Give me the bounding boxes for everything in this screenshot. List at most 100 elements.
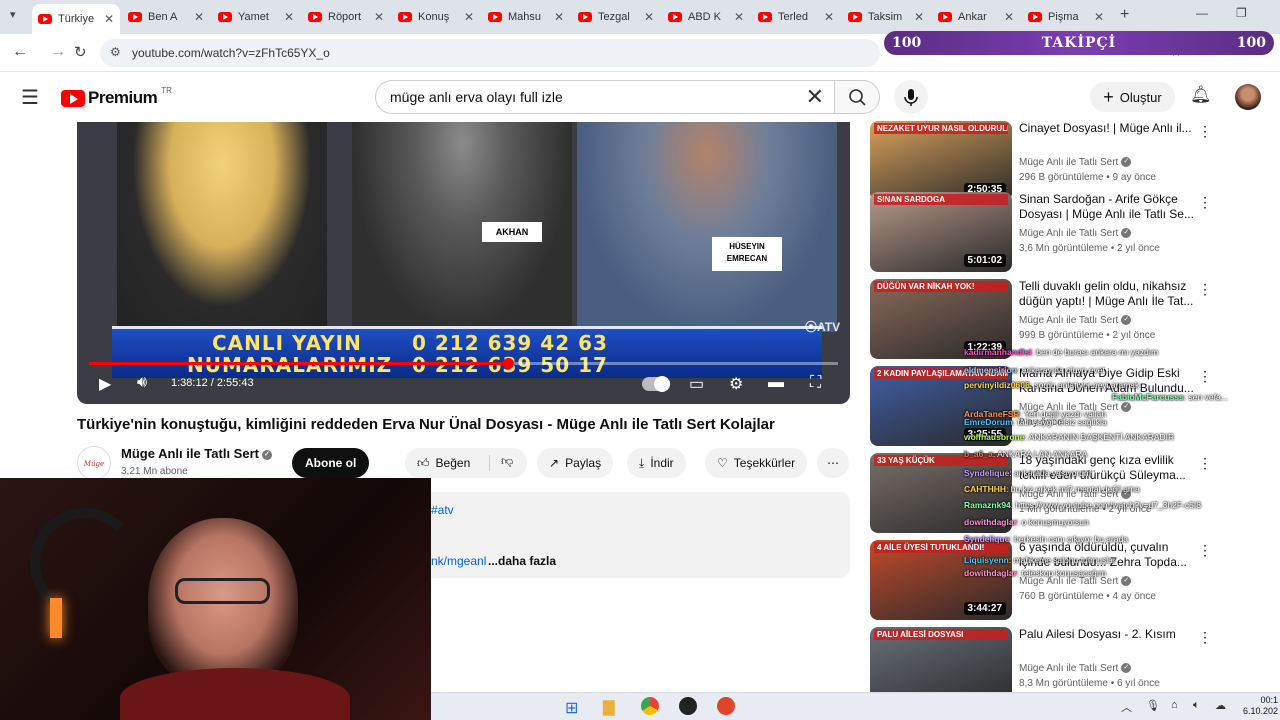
notifications-bell-icon[interactable]: 🔔︎ bbox=[1190, 85, 1212, 105]
thumbs-down-icon[interactable]: 👎︎ bbox=[501, 454, 513, 469]
more-vertical-icon[interactable]: ⋮ bbox=[1198, 455, 1212, 472]
browser-tab[interactable]: Ankar ✕ bbox=[932, 4, 1020, 30]
browser-tab[interactable]: Terled ✕ bbox=[752, 4, 840, 30]
recommended-title[interactable]: Cinayet Dosyası! | Müge Anlı il... bbox=[1019, 121, 1197, 136]
create-button[interactable]: + Oluştur bbox=[1090, 82, 1175, 112]
close-tab-icon[interactable]: ✕ bbox=[554, 10, 564, 24]
channel-avatar[interactable]: Müge Anlı bbox=[77, 446, 111, 502]
volume-icon[interactable]: 🔊︎ bbox=[137, 374, 147, 392]
more-vertical-icon[interactable]: ⋮ bbox=[1198, 629, 1212, 646]
windows-start-icon[interactable]: ⊞ bbox=[565, 698, 578, 718]
recommended-channel[interactable]: Müge Anlı ile Tatlı Sert ✓ bbox=[1019, 228, 1132, 239]
tray-volume-icon[interactable]: 🔈︎ bbox=[1193, 699, 1200, 712]
tray-network-icon[interactable]: ⌂ bbox=[1171, 699, 1178, 711]
reload-icon[interactable]: ↻ bbox=[74, 43, 87, 61]
back-icon[interactable]: ← bbox=[12, 43, 28, 61]
site-info-icon[interactable]: ⚙ bbox=[110, 45, 121, 59]
video-progress-bar[interactable] bbox=[89, 358, 838, 369]
file-explorer-icon[interactable]: ▇ bbox=[603, 698, 615, 716]
recommended-channel[interactable]: Müge Anlı ile Tatlı Sert ✓ bbox=[1019, 157, 1132, 168]
recommended-title[interactable]: Telli duvaklı gelin oldu, nikahsız düğün… bbox=[1019, 279, 1197, 309]
close-tab-icon[interactable]: ✕ bbox=[284, 10, 294, 24]
video-thumbnail[interactable]: NEZAKET UYUR NASIL OLDURULDU?2:50:35 bbox=[870, 121, 1012, 201]
browser-tab[interactable]: Pişma ✕ bbox=[1022, 4, 1110, 30]
close-tab-icon[interactable]: ✕ bbox=[104, 12, 114, 26]
video-player[interactable]: AKHAN HÜSEYIN EMRECAN CANLI YAYIN 0 212 … bbox=[77, 122, 850, 404]
close-tab-icon[interactable]: ✕ bbox=[644, 10, 654, 24]
account-avatar[interactable] bbox=[1235, 84, 1261, 110]
play-icon[interactable]: ▶ bbox=[99, 374, 111, 394]
channel-name[interactable]: Müge Anlı ile Tatlı Sert ✓ bbox=[121, 446, 272, 461]
video-thumbnail[interactable]: 4 AİLE ÜYESİ TUTUKLANDI! 3:44:27 bbox=[870, 540, 1012, 620]
like-button[interactable]: 👍︎ Beğen 👎︎ bbox=[405, 448, 527, 478]
clear-search-icon[interactable]: ✕ bbox=[806, 84, 824, 110]
new-tab-icon[interactable]: + bbox=[1120, 6, 1129, 24]
tray-microphone-icon[interactable]: 🎙︎ bbox=[1146, 699, 1160, 712]
obs-icon[interactable] bbox=[679, 697, 697, 715]
recommended-channel[interactable]: Müge Anlı ile Tatlı Sert ✓ bbox=[1019, 315, 1132, 326]
close-tab-icon[interactable]: ✕ bbox=[374, 10, 384, 24]
recommended-video[interactable]: SINAN SARDOGA 5:01:02 Sinan Sardoğan - Ari… bbox=[870, 192, 1270, 272]
tab-label: Pişma bbox=[1048, 11, 1079, 23]
search-icon bbox=[849, 89, 866, 106]
chrome-icon[interactable] bbox=[641, 697, 659, 715]
tab-label: Türkiye bbox=[58, 13, 95, 25]
menu-icon[interactable]: ☰ bbox=[21, 85, 39, 110]
search-button[interactable] bbox=[834, 80, 880, 114]
close-tab-icon[interactable]: ✕ bbox=[914, 10, 924, 24]
youtube-logo[interactable]: Premium TR bbox=[61, 86, 172, 108]
tab-search-chevron-icon[interactable]: ▾ bbox=[10, 8, 16, 21]
more-actions-button[interactable]: ⋯ bbox=[817, 448, 849, 478]
thanks-button[interactable]: ♡ Teşekkürler bbox=[705, 448, 808, 478]
close-tab-icon[interactable]: ✕ bbox=[734, 10, 744, 24]
close-tab-icon[interactable]: ✕ bbox=[824, 10, 834, 24]
description-link[interactable]: nk/mgeanl bbox=[431, 554, 486, 568]
fullscreen-icon[interactable]: ⛶ bbox=[810, 374, 821, 392]
recommended-title[interactable]: Sinan Sardoğan - Arife Gökçe Dosyası | M… bbox=[1019, 192, 1197, 222]
recommended-video[interactable]: 4 AİLE ÜYESİ TUTUKLANDI! 3:44:27 6 yaşında… bbox=[870, 540, 1270, 620]
browser-tab[interactable]: Röport ✕ bbox=[302, 4, 390, 30]
recommended-channel[interactable]: Müge Anlı ile Tatlı Sert ✓ bbox=[1019, 663, 1132, 674]
browser-tab[interactable]: ABD K ✕ bbox=[662, 4, 750, 30]
browser-tab[interactable]: Konuş ✕ bbox=[392, 4, 480, 30]
browser-tab[interactable]: Taksim ✕ bbox=[842, 4, 930, 30]
search-input[interactable]: müge anlı erva olayı full izle ✕ bbox=[375, 80, 835, 114]
description-box[interactable]: #atv nk/mgeanl ...daha fazla bbox=[431, 492, 850, 578]
download-button[interactable]: ⤓ İndir bbox=[627, 448, 686, 478]
more-vertical-icon[interactable]: ⋮ bbox=[1198, 542, 1212, 559]
autoplay-toggle[interactable] bbox=[642, 376, 670, 392]
subtitles-icon[interactable]: ▭ bbox=[689, 374, 704, 394]
close-tab-icon[interactable]: ✕ bbox=[194, 10, 204, 24]
more-vertical-icon[interactable]: ⋮ bbox=[1198, 194, 1212, 211]
recommended-video[interactable]: NEZAKET UYUR NASIL OLDURULDU?2:50:35 Cina… bbox=[870, 121, 1270, 201]
show-more-link[interactable]: ...daha fazla bbox=[488, 554, 556, 568]
browser-tab[interactable]: Ben A ✕ bbox=[122, 4, 210, 30]
app-badge-icon[interactable] bbox=[717, 697, 735, 715]
address-bar[interactable]: ⚙ youtube.com/watch?v=zFhTc65YX_o bbox=[100, 39, 880, 67]
theater-mode-icon[interactable]: ▬ bbox=[768, 374, 784, 392]
browser-tab[interactable]: Mahsu ✕ bbox=[482, 4, 570, 30]
hashtag-link[interactable]: #atv bbox=[431, 503, 454, 517]
more-vertical-icon[interactable]: ⋮ bbox=[1198, 281, 1212, 298]
restore-icon[interactable]: ❐ bbox=[1236, 6, 1247, 20]
tray-chevron-icon[interactable]: ︿ bbox=[1121, 699, 1132, 715]
share-button[interactable]: ↗ Paylaş bbox=[537, 448, 614, 478]
minimize-icon[interactable]: — bbox=[1196, 6, 1208, 20]
voice-search-button[interactable] bbox=[894, 80, 928, 114]
close-tab-icon[interactable]: ✕ bbox=[464, 10, 474, 24]
more-vertical-icon[interactable]: ⋮ bbox=[1198, 123, 1212, 140]
settings-gear-icon[interactable]: ⚙ bbox=[729, 374, 743, 394]
more-vertical-icon[interactable]: ⋮ bbox=[1198, 368, 1212, 385]
clock[interactable]: 00:1 6.10.202 bbox=[1243, 695, 1278, 717]
close-tab-icon[interactable]: ✕ bbox=[1004, 10, 1014, 24]
verified-icon: ✓ bbox=[1121, 402, 1132, 413]
tray-cloud-icon[interactable]: ☁ bbox=[1215, 699, 1226, 712]
browser-tab[interactable]: Tezgal ✕ bbox=[572, 4, 660, 30]
video-thumbnail[interactable]: SINAN SARDOGA 5:01:02 bbox=[870, 192, 1012, 272]
close-tab-icon[interactable]: ✕ bbox=[1094, 10, 1104, 24]
subscribe-button[interactable]: Abone ol bbox=[292, 448, 370, 478]
forward-icon[interactable]: → bbox=[50, 43, 66, 61]
recommended-title[interactable]: Palu Ailesi Dosyası - 2. Kısım bbox=[1019, 627, 1197, 642]
browser-tab[interactable]: Türkiye ✕ bbox=[32, 4, 120, 34]
browser-tab[interactable]: Yamet ✕ bbox=[212, 4, 300, 30]
